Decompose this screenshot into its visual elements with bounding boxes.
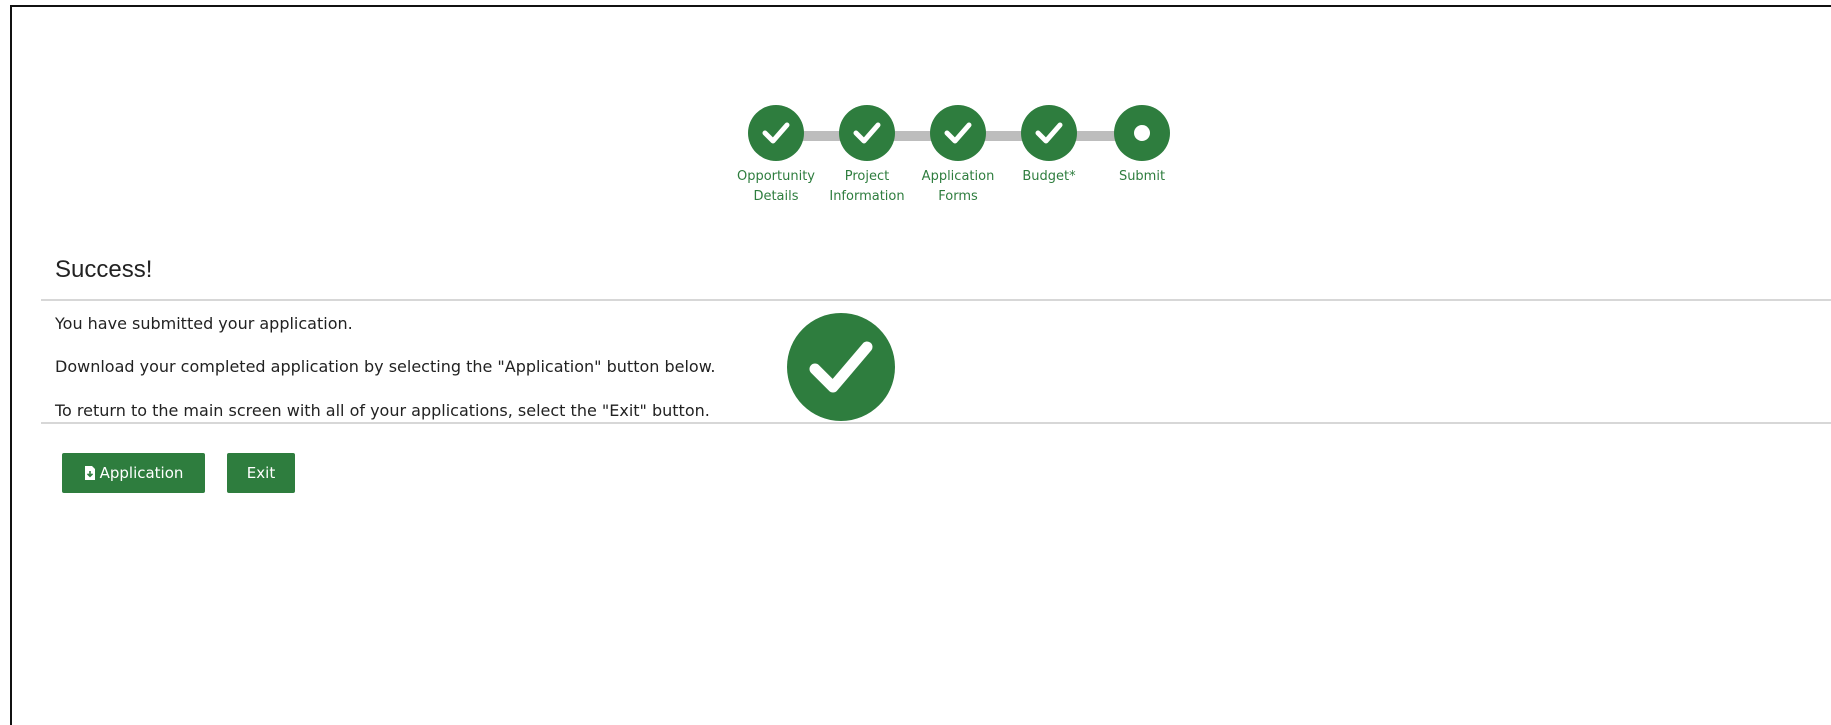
check-icon xyxy=(762,122,790,144)
file-download-icon xyxy=(84,466,96,480)
exit-instruction: To return to the main screen with all of… xyxy=(55,401,710,420)
check-icon xyxy=(853,122,881,144)
progress-stepper: Opportunity Details Project Information … xyxy=(722,105,1192,215)
application-button-label: Application xyxy=(99,464,184,482)
page-title: Success! xyxy=(55,256,153,283)
step-submit[interactable]: Submit xyxy=(1087,105,1197,187)
application-download-button[interactable]: Application xyxy=(62,453,205,493)
download-instruction: Download your completed application by s… xyxy=(55,357,716,376)
divider xyxy=(41,422,1831,424)
step-complete-badge xyxy=(839,105,895,161)
step-complete-badge xyxy=(1021,105,1077,161)
confirmation-message: You have submitted your application. xyxy=(55,314,353,333)
exit-button-label: Exit xyxy=(246,464,276,482)
dot-icon xyxy=(1134,125,1150,141)
divider xyxy=(41,299,1831,301)
exit-button[interactable]: Exit xyxy=(227,453,295,493)
check-icon xyxy=(944,122,972,144)
step-complete-badge xyxy=(930,105,986,161)
step-label: Submit xyxy=(1118,169,1166,184)
check-icon xyxy=(1035,122,1063,144)
check-icon xyxy=(809,341,873,393)
step-complete-badge xyxy=(748,105,804,161)
success-check-icon xyxy=(787,313,895,421)
step-current-badge xyxy=(1114,105,1170,161)
